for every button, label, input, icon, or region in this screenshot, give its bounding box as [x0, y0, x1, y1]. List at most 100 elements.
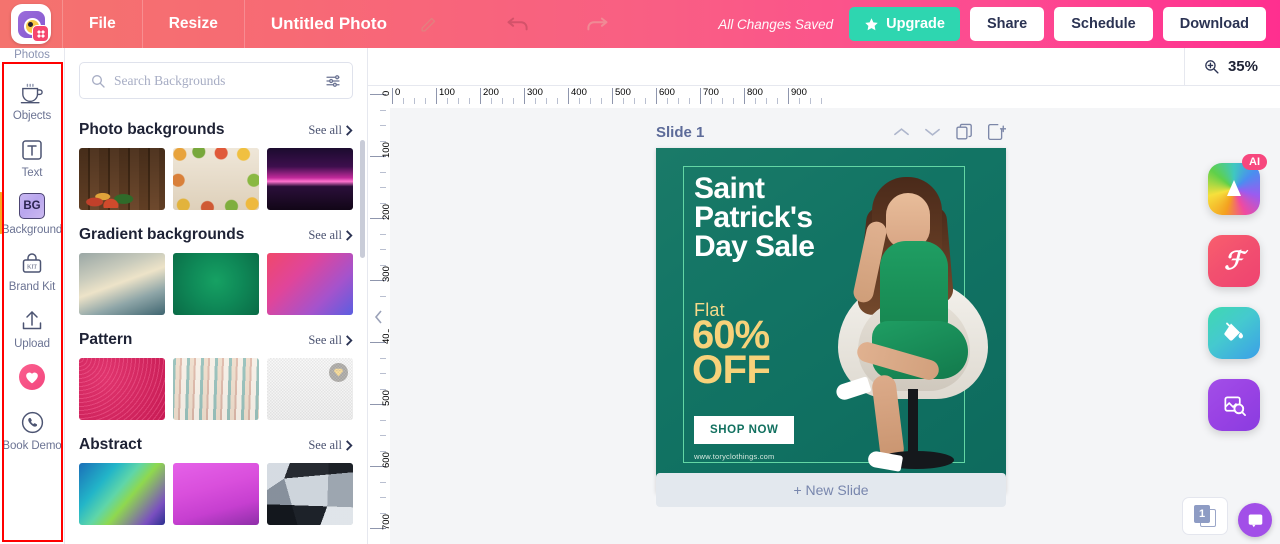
diamond-icon [329, 363, 348, 382]
resize-menu[interactable]: Resize [143, 0, 244, 48]
see-all-label: See all [308, 438, 342, 452]
brand-kit-icon: KIT [20, 249, 44, 276]
thumb-pattern-white-texture[interactable] [267, 358, 353, 420]
move-slide-down-button[interactable] [924, 126, 941, 138]
zoom-toolbar: 35% [368, 47, 1280, 86]
ruler-minor-tick [546, 98, 547, 104]
sidebar-item-background[interactable]: BG Background [0, 185, 65, 242]
pencil-icon[interactable] [407, 0, 451, 48]
document-title[interactable]: Untitled Photo [245, 14, 407, 34]
move-slide-up-button[interactable] [893, 126, 910, 138]
search-input[interactable] [114, 72, 316, 89]
thumb-abstract-blue-teal[interactable] [79, 463, 165, 525]
panel-scroll-region[interactable]: Photo backgrounds See all Gradient backg… [65, 105, 367, 544]
left-tool-rail: Photos Objects Text BG Background KIT Br… [0, 48, 65, 544]
ruler-minor-tick [821, 98, 822, 104]
image-search-tool[interactable] [1208, 379, 1260, 431]
design-canvas[interactable]: Saint Patrick's Day Sale Flat 60% OFF SH… [656, 148, 1006, 493]
section-header-photo-backgrounds: Photo backgrounds See all [79, 121, 353, 139]
search-icon [92, 74, 105, 88]
thumb-pattern-pastel-brush[interactable] [173, 358, 259, 420]
chevron-left-icon [374, 310, 382, 324]
thumb-purple-sunset[interactable] [267, 148, 353, 210]
ruler-minor-tick [380, 187, 386, 188]
ruler-major-tick [568, 88, 569, 104]
zoom-control[interactable]: 35% [1183, 47, 1280, 86]
download-button[interactable]: Download [1162, 7, 1266, 41]
design-shop-now-button[interactable]: SHOP NOW [694, 416, 795, 444]
thumb-row [79, 253, 353, 315]
duplicate-slide-button[interactable] [955, 123, 973, 141]
upload-icon [20, 306, 44, 333]
ruler-minor-tick [711, 98, 712, 104]
thumb-gradient-teal-cream[interactable] [79, 253, 165, 315]
thumb-gradient-green[interactable] [173, 253, 259, 315]
chat-bubble-button[interactable] [1238, 503, 1272, 537]
filter-sliders-icon[interactable] [324, 72, 342, 90]
thumb-wood-vegetables[interactable] [79, 148, 165, 210]
redo-icon[interactable] [575, 0, 619, 48]
thumb-abstract-gray-poly[interactable] [267, 463, 353, 525]
ruler-minor-tick [557, 98, 558, 104]
see-all-pattern[interactable]: See all [308, 333, 353, 348]
thumb-row [79, 463, 353, 525]
ai-image-tool[interactable]: AI [1208, 154, 1267, 215]
undo-icon[interactable] [497, 0, 541, 48]
floating-tools: AI ℱ [1208, 154, 1267, 431]
font-tool[interactable]: ℱ [1208, 235, 1260, 287]
ruler-minor-tick [535, 98, 536, 104]
ruler-minor-tick [425, 98, 426, 104]
slide-counter[interactable]: 1 [1182, 497, 1228, 535]
upgrade-button[interactable]: Upgrade [849, 7, 960, 41]
thumb-autumn-leaves[interactable] [173, 148, 259, 210]
chat-bubble-icon [1248, 514, 1262, 527]
zoom-level-value: 35% [1227, 58, 1258, 75]
search-box[interactable] [79, 62, 353, 99]
ruler-minor-tick [491, 98, 492, 104]
ruler-minor-tick [380, 233, 386, 235]
slide-counter-value: 1 [1194, 505, 1210, 523]
thumb-gradient-pink-purple[interactable] [267, 253, 353, 315]
fill-color-tool[interactable] [1208, 307, 1260, 359]
sidebar-item-objects[interactable]: Objects [0, 71, 65, 128]
ruler-minor-tick [799, 98, 800, 104]
slide-label: Slide 1 [656, 123, 705, 141]
ruler-label: 200 [381, 204, 390, 220]
sidebar-item-brand-kit[interactable]: KIT Brand Kit [0, 242, 65, 299]
thumb-abstract-magenta[interactable] [173, 463, 259, 525]
ruler-minor-tick [458, 98, 459, 104]
ruler-label: 600 [659, 87, 675, 98]
canvas-area: 35% 0 100 200 300 400 500 600 700 800 900 0 100 200… [368, 47, 1280, 544]
sidebar-item-upload[interactable]: Upload [0, 299, 65, 356]
see-all-gradient-backgrounds[interactable]: See all [308, 228, 353, 243]
sidebar-item-text[interactable]: Text [0, 128, 65, 185]
thumb-pattern-pink-glitter[interactable] [79, 358, 165, 420]
add-slide-button[interactable] [987, 123, 1006, 141]
share-button[interactable]: Share [969, 7, 1045, 41]
backgrounds-panel: Photo backgrounds See all Gradient backg… [65, 48, 368, 544]
collapse-panel-button[interactable] [370, 300, 388, 334]
ruler-minor-tick [502, 98, 503, 104]
ruler-label: 800 [747, 87, 763, 98]
ruler-minor-tick [380, 373, 386, 374]
sidebar-label-text: Text [21, 167, 43, 179]
ruler-minor-tick [380, 295, 386, 297]
panel-scrollbar[interactable] [360, 140, 365, 258]
ruler-label: 900 [791, 87, 807, 98]
new-slide-button[interactable]: + New Slide [656, 473, 1006, 507]
ruler-minor-tick [380, 481, 386, 483]
ai-magic-icon [1227, 180, 1241, 196]
photos-app-logo[interactable] [0, 0, 62, 48]
ruler-minor-tick [623, 98, 624, 104]
schedule-button[interactable]: Schedule [1054, 7, 1153, 41]
file-menu[interactable]: File [63, 0, 142, 48]
see-all-abstract[interactable]: See all [308, 438, 353, 453]
paint-bucket-icon [1224, 322, 1243, 341]
svg-text:KIT: KIT [27, 265, 37, 271]
sidebar-item-book-demo[interactable]: Book Demo [0, 401, 65, 458]
ruler-minor-tick [469, 98, 470, 104]
sidebar-label-upload: Upload [14, 338, 50, 350]
see-all-photo-backgrounds[interactable]: See all [308, 123, 353, 138]
font-f-icon: ℱ [1224, 248, 1244, 275]
sidebar-item-favorites[interactable] [0, 356, 65, 401]
